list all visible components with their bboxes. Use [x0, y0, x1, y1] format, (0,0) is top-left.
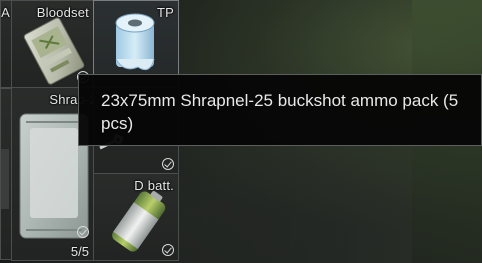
tooltip-text: 23x75mm Shrapnel-25 buckshot ammo pack (… [101, 91, 459, 133]
found-in-raid-check-icon [162, 158, 174, 170]
item-cell-d-battery[interactable]: D batt. [93, 173, 179, 261]
stack-count: 5/5 [70, 244, 89, 259]
item-label: D batt. [134, 178, 174, 193]
item-label: TP [156, 5, 174, 20]
found-in-raid-check-icon [77, 226, 89, 238]
item-tooltip: 23x75mm Shrapnel-25 buckshot ammo pack (… [78, 74, 482, 146]
item-label: A [1, 5, 10, 20]
item-label: Bloodset [36, 5, 89, 20]
found-in-raid-check-icon [162, 244, 174, 256]
